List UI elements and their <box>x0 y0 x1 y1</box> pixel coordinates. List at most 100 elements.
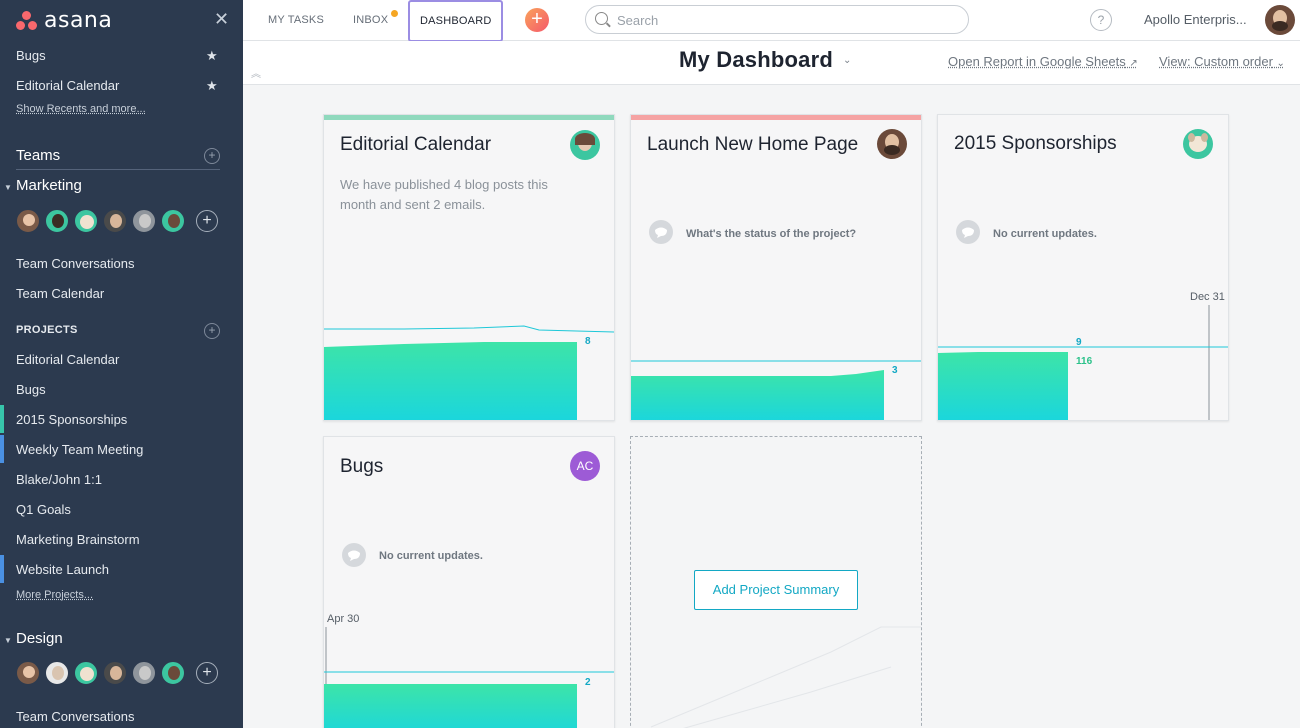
add-project-summary-button[interactable]: Add Project Summary <box>694 570 858 610</box>
card-title[interactable]: 2015 Sponsorships <box>954 133 1117 155</box>
team-name-design[interactable]: Design <box>16 630 63 647</box>
favorite-item-bugs[interactable]: Bugs <box>16 48 46 63</box>
project-card-launch-new-home-page[interactable]: Launch New Home Page What's the status o… <box>630 114 922 421</box>
avatar[interactable] <box>74 661 98 685</box>
card-description: We have published 4 blog posts this mont… <box>340 177 548 212</box>
quick-add-button[interactable]: + <box>525 8 549 32</box>
star-icon[interactable]: ★ <box>206 48 218 64</box>
project-item-editorial-calendar[interactable]: Editorial Calendar <box>16 352 119 367</box>
dashboard-header: ︽ My Dashboard ⌄ Open Report in Google S… <box>243 41 1300 85</box>
favorite-item-editorial-calendar[interactable]: Editorial Calendar <box>16 78 119 93</box>
search-placeholder: Search <box>617 13 659 28</box>
project-item-website-launch[interactable]: Website Launch <box>16 562 109 577</box>
view-selector[interactable]: View: Custom order ⌄ <box>1159 54 1285 69</box>
chart-count-label: 8 <box>585 336 591 347</box>
add-team-icon[interactable]: + <box>204 148 220 164</box>
project-card-editorial-calendar[interactable]: Editorial Calendar We have published 4 b… <box>323 114 615 421</box>
due-date-label: Dec 31 <box>1190 291 1225 303</box>
design-member-avatars <box>16 661 190 685</box>
open-report-label: Open Report in Google Sheets <box>948 54 1126 69</box>
organization-name[interactable]: Apollo Enterpris... <box>1144 12 1247 27</box>
marketing-member-avatars <box>16 209 190 233</box>
empty-card-placeholder: Add Project Summary <box>630 436 922 728</box>
avatar[interactable] <box>132 209 156 233</box>
completed-area <box>631 370 884 420</box>
view-label: View: Custom order <box>1159 54 1273 69</box>
due-date-label: Apr 30 <box>327 613 360 625</box>
team-conversations-link[interactable]: Team Conversations <box>16 256 135 271</box>
page-title[interactable]: My Dashboard <box>679 47 833 73</box>
collapse-up-icon[interactable]: ︽ <box>251 65 261 80</box>
project-card-bugs[interactable]: Bugs AC No current updates. Apr 30 2 <box>323 436 615 728</box>
team-name-marketing[interactable]: Marketing <box>16 177 82 194</box>
divider <box>16 169 220 170</box>
project-card-2015-sponsorships[interactable]: 2015 Sponsorships No current updates. De… <box>937 114 1229 421</box>
user-avatar[interactable] <box>1265 5 1295 35</box>
project-color-accent <box>0 405 4 433</box>
add-project-icon[interactable]: + <box>204 323 220 339</box>
avatar[interactable] <box>45 661 69 685</box>
total-tasks-line <box>324 325 614 333</box>
chart-count-label: 3 <box>892 365 898 376</box>
card-color-bar <box>324 115 614 120</box>
avatar[interactable] <box>16 209 40 233</box>
add-member-icon[interactable]: + <box>196 662 218 684</box>
avatar[interactable] <box>103 209 127 233</box>
progress-chart: 3 <box>631 360 921 420</box>
avatar[interactable] <box>74 209 98 233</box>
project-item-q1-goals[interactable]: Q1 Goals <box>16 502 71 517</box>
completed-area <box>324 684 577 728</box>
project-item-marketing-brainstorm[interactable]: Marketing Brainstorm <box>16 532 140 547</box>
more-projects-link[interactable]: More Projects... <box>16 589 93 601</box>
owner-avatar[interactable] <box>877 129 907 159</box>
project-item-weekly-team-meeting[interactable]: Weekly Team Meeting <box>16 442 143 457</box>
collapse-caret-icon[interactable]: ▼ <box>4 636 12 645</box>
owner-avatar[interactable]: AC <box>570 451 600 481</box>
chevron-down-icon: ⌄ <box>1276 58 1285 69</box>
external-link-icon: ↗ <box>1129 58 1138 69</box>
completed-area <box>324 342 577 420</box>
avatar[interactable] <box>45 209 69 233</box>
card-title[interactable]: Bugs <box>340 456 383 478</box>
show-recents-link[interactable]: Show Recents and more... <box>16 103 146 115</box>
open-report-link[interactable]: Open Report in Google Sheets ↗ <box>948 54 1138 69</box>
add-member-icon[interactable]: + <box>196 210 218 232</box>
owner-avatar[interactable] <box>570 130 600 160</box>
status-text[interactable]: No current updates. <box>993 228 1097 240</box>
close-sidebar-icon[interactable]: ✕ <box>214 9 229 30</box>
team-calendar-link[interactable]: Team Calendar <box>16 286 104 301</box>
tab-my-tasks[interactable]: MY TASKS <box>268 0 324 41</box>
logo-text: asana <box>44 8 113 33</box>
card-title[interactable]: Editorial Calendar <box>340 134 491 156</box>
card-color-bar <box>631 115 921 120</box>
project-item-blake-john[interactable]: Blake/John 1:1 <box>16 472 102 487</box>
comment-icon <box>342 543 366 567</box>
card-title[interactable]: Launch New Home Page <box>647 134 858 156</box>
chart-line-label: 9 <box>1076 337 1082 348</box>
completed-area <box>938 352 1068 420</box>
avatar[interactable] <box>161 209 185 233</box>
avatar[interactable] <box>161 661 185 685</box>
star-icon[interactable]: ★ <box>206 78 218 94</box>
collapse-caret-icon[interactable]: ▼ <box>4 183 12 192</box>
tab-dashboard[interactable]: DASHBOARD <box>408 0 504 42</box>
project-item-bugs[interactable]: Bugs <box>16 382 46 397</box>
project-item-2015-sponsorships[interactable]: 2015 Sponsorships <box>16 412 127 427</box>
search-input[interactable]: Search <box>585 5 969 34</box>
status-text[interactable]: No current updates. <box>379 550 483 562</box>
projects-header: PROJECTS <box>16 324 78 336</box>
tab-inbox[interactable]: INBOX <box>353 0 388 41</box>
owner-avatar[interactable] <box>1183 129 1213 159</box>
avatar[interactable] <box>132 661 156 685</box>
asana-logo[interactable]: asana <box>16 8 112 33</box>
help-button[interactable]: ? <box>1090 9 1112 31</box>
status-prompt[interactable]: What's the status of the project? <box>686 228 856 240</box>
avatar[interactable] <box>103 661 127 685</box>
progress-chart: 8 <box>324 325 614 420</box>
project-color-accent <box>0 435 4 463</box>
avatar[interactable] <box>16 661 40 685</box>
chevron-down-icon[interactable]: ⌄ <box>843 55 851 66</box>
asana-logo-icon <box>16 10 38 32</box>
sidebar: asana ✕ Bugs ★ Editorial Calendar ★ Show… <box>0 0 243 728</box>
team-conversations-link[interactable]: Team Conversations <box>16 709 135 724</box>
